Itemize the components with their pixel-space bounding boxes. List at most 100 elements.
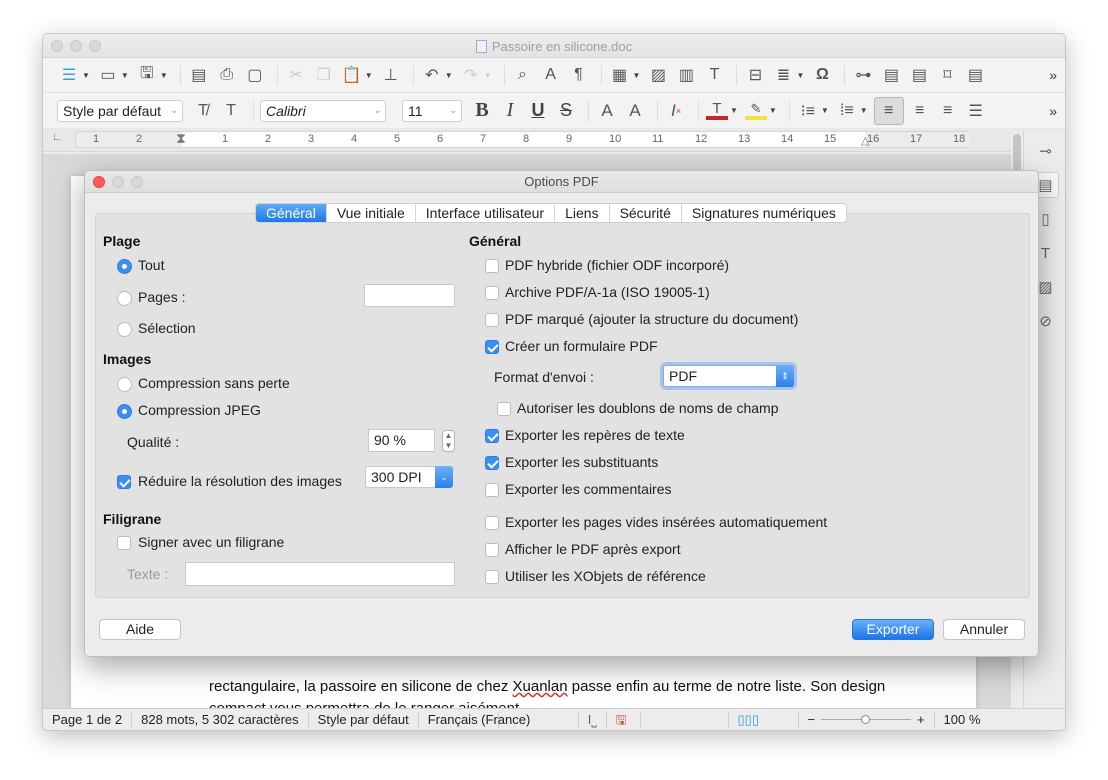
jpeg-compression-label[interactable]: Compression JPEG xyxy=(138,402,261,418)
chevron-down-icon[interactable]: ▼ xyxy=(82,71,90,80)
superscript-button[interactable]: A xyxy=(595,99,619,123)
underline-button[interactable]: U xyxy=(526,99,550,123)
chevron-down-icon[interactable]: ▼ xyxy=(860,106,868,115)
hybrid-pdf-checkbox[interactable] xyxy=(485,259,499,273)
reference-xobjects-label[interactable]: Utiliser les XObjets de référence xyxy=(505,568,706,584)
hybrid-pdf-label[interactable]: PDF hybride (fichier ODF incorporé) xyxy=(505,257,729,273)
insert-field-icon[interactable]: ≣ xyxy=(771,63,795,87)
range-selection-label[interactable]: Sélection xyxy=(138,320,196,336)
align-right-button[interactable]: ≡ xyxy=(936,99,960,123)
chevron-down-icon[interactable]: ▼ xyxy=(365,71,373,80)
font-name-combo[interactable]: Calibri ⌄ xyxy=(260,99,386,122)
undo-icon[interactable]: ↶ xyxy=(420,63,444,87)
print-icon[interactable]: ⎙ xyxy=(215,63,239,87)
bookmark-icon[interactable]: ⌑ xyxy=(935,63,959,87)
scrollbar-thumb[interactable] xyxy=(1013,134,1021,174)
watermark-text-input[interactable] xyxy=(185,562,455,586)
spelling-icon[interactable]: A xyxy=(539,63,563,87)
export-bookmarks-label[interactable]: Exporter les repères de texte xyxy=(505,427,685,443)
export-comments-checkbox[interactable] xyxy=(485,483,499,497)
quality-input[interactable]: 90 % xyxy=(368,429,435,452)
insert-textbox-icon[interactable]: T xyxy=(702,63,726,87)
pages-input[interactable] xyxy=(364,284,455,307)
zoom-slider[interactable]: − + xyxy=(799,711,935,728)
range-all-label[interactable]: Tout xyxy=(138,257,164,273)
align-left-button[interactable]: ≡ xyxy=(873,96,904,125)
export-empty-pages-checkbox[interactable] xyxy=(485,516,499,530)
help-button[interactable]: Aide xyxy=(99,619,181,640)
page-count[interactable]: Page 1 de 2 xyxy=(43,711,133,728)
indent-marker-icon[interactable]: ⧗ xyxy=(176,130,186,147)
find-replace-icon[interactable]: ⌕ xyxy=(511,63,535,87)
paragraph-style-combo[interactable]: Style par défaut ⌄ xyxy=(57,99,183,122)
more-tools-button[interactable]: » xyxy=(1049,67,1057,83)
chevron-down-icon[interactable]: ▼ xyxy=(633,71,641,80)
chevron-down-icon[interactable]: ▼ xyxy=(484,71,492,80)
clear-formatting-icon[interactable]: I × xyxy=(664,99,688,123)
submit-format-select[interactable]: PDF ⇕ xyxy=(663,365,794,387)
archive-pdfa-label[interactable]: Archive PDF/A-1a (ISO 19005-1) xyxy=(505,284,710,300)
chevron-down-icon[interactable]: ▼ xyxy=(445,71,453,80)
align-center-button[interactable]: ≡ xyxy=(908,99,932,123)
subscript-button[interactable]: A xyxy=(623,99,647,123)
save-icon[interactable]: 🖫 xyxy=(135,63,159,87)
chevron-down-icon[interactable]: ▼ xyxy=(769,106,777,115)
chevron-down-icon[interactable]: ▼ xyxy=(160,71,168,80)
sign-watermark-label[interactable]: Signer avec un filigrane xyxy=(138,534,284,550)
copy-icon[interactable]: ❐ xyxy=(312,63,336,87)
tab-security[interactable]: Sécurité xyxy=(610,204,682,222)
lossless-compression-radio[interactable] xyxy=(117,377,132,392)
export-bookmarks-checkbox[interactable] xyxy=(485,429,499,443)
zoom-slider-knob[interactable] xyxy=(861,715,871,724)
tab-stop-icon[interactable]: ∟ xyxy=(52,132,62,143)
horizontal-ruler[interactable]: ⧗ △ 2 1 1 2 3 4 5 6 7 8 9 10 11 12 13 14 15 16 17 18 xyxy=(75,130,970,148)
tab-user-interface[interactable]: Interface utilisateur xyxy=(416,204,556,222)
special-character-icon[interactable]: Ω xyxy=(810,63,834,87)
chevron-down-icon[interactable]: ▼ xyxy=(121,71,129,80)
reduce-resolution-checkbox[interactable] xyxy=(117,475,131,489)
range-all-radio[interactable] xyxy=(117,259,132,274)
view-after-export-label[interactable]: Afficher le PDF après export xyxy=(505,541,681,557)
dialog-minimize-button[interactable] xyxy=(112,176,124,188)
cut-icon[interactable]: ✂ xyxy=(284,63,308,87)
allow-duplicate-fields-label[interactable]: Autoriser les doublons de noms de champ xyxy=(517,400,778,416)
strikethrough-button[interactable]: S xyxy=(554,99,578,123)
page-style[interactable]: Style par défaut xyxy=(309,711,419,728)
reference-xobjects-checkbox[interactable] xyxy=(485,570,499,584)
tab-digital-signatures[interactable]: Signatures numériques xyxy=(682,204,846,222)
create-form-label[interactable]: Créer un formulaire PDF xyxy=(505,338,658,354)
print-preview-icon[interactable]: ▢ xyxy=(243,63,267,87)
justify-button[interactable]: ☰ xyxy=(964,99,988,123)
tab-initial-view[interactable]: Vue initiale xyxy=(327,204,416,222)
export-empty-pages-label[interactable]: Exporter les pages vides insérées automa… xyxy=(505,514,827,530)
dialog-close-button[interactable] xyxy=(93,176,105,188)
export-button[interactable]: Exporter xyxy=(852,619,934,640)
range-selection-radio[interactable] xyxy=(117,322,132,337)
font-size-combo[interactable]: 11 ⌄ xyxy=(402,99,462,122)
clone-format-icon[interactable]: ⊥ xyxy=(379,63,403,87)
chevron-down-icon[interactable]: ▼ xyxy=(730,106,738,115)
document-modified-icon[interactable]: 🖫 xyxy=(607,711,641,728)
export-placeholders-label[interactable]: Exporter les substituants xyxy=(505,454,658,470)
redo-icon[interactable]: ↷ xyxy=(459,63,483,87)
export-pdf-icon[interactable]: ▤ xyxy=(187,63,211,87)
view-after-export-checkbox[interactable] xyxy=(485,543,499,557)
font-color-icon[interactable]: T xyxy=(705,99,729,123)
tagged-pdf-checkbox[interactable] xyxy=(485,313,499,327)
language[interactable]: Français (France) xyxy=(419,711,530,728)
footnote-icon[interactable]: ▤ xyxy=(879,63,903,87)
open-folder-icon[interactable]: ▭ xyxy=(96,63,120,87)
dialog-zoom-button[interactable] xyxy=(131,176,143,188)
sidebar-toggle-icon[interactable]: ☰ xyxy=(57,63,81,87)
tagged-pdf-label[interactable]: PDF marqué (ajouter la structure du docu… xyxy=(505,311,798,327)
view-layout-icons[interactable]: ▯▯▯ xyxy=(729,711,799,728)
quality-stepper[interactable]: ▲ ▼ xyxy=(442,430,455,452)
insert-image-icon[interactable]: ▨ xyxy=(646,63,670,87)
tab-links[interactable]: Liens xyxy=(555,204,610,222)
hyperlink-icon[interactable]: ⊶ xyxy=(851,63,875,87)
reduce-resolution-label[interactable]: Réduire la résolution des images xyxy=(138,473,342,489)
numbered-list-icon[interactable]: ⁞≡ xyxy=(835,99,859,123)
chevron-down-icon[interactable]: ▼ xyxy=(821,106,829,115)
paste-icon[interactable]: 📋 xyxy=(340,63,364,87)
zoom-slider-track[interactable] xyxy=(821,715,911,724)
